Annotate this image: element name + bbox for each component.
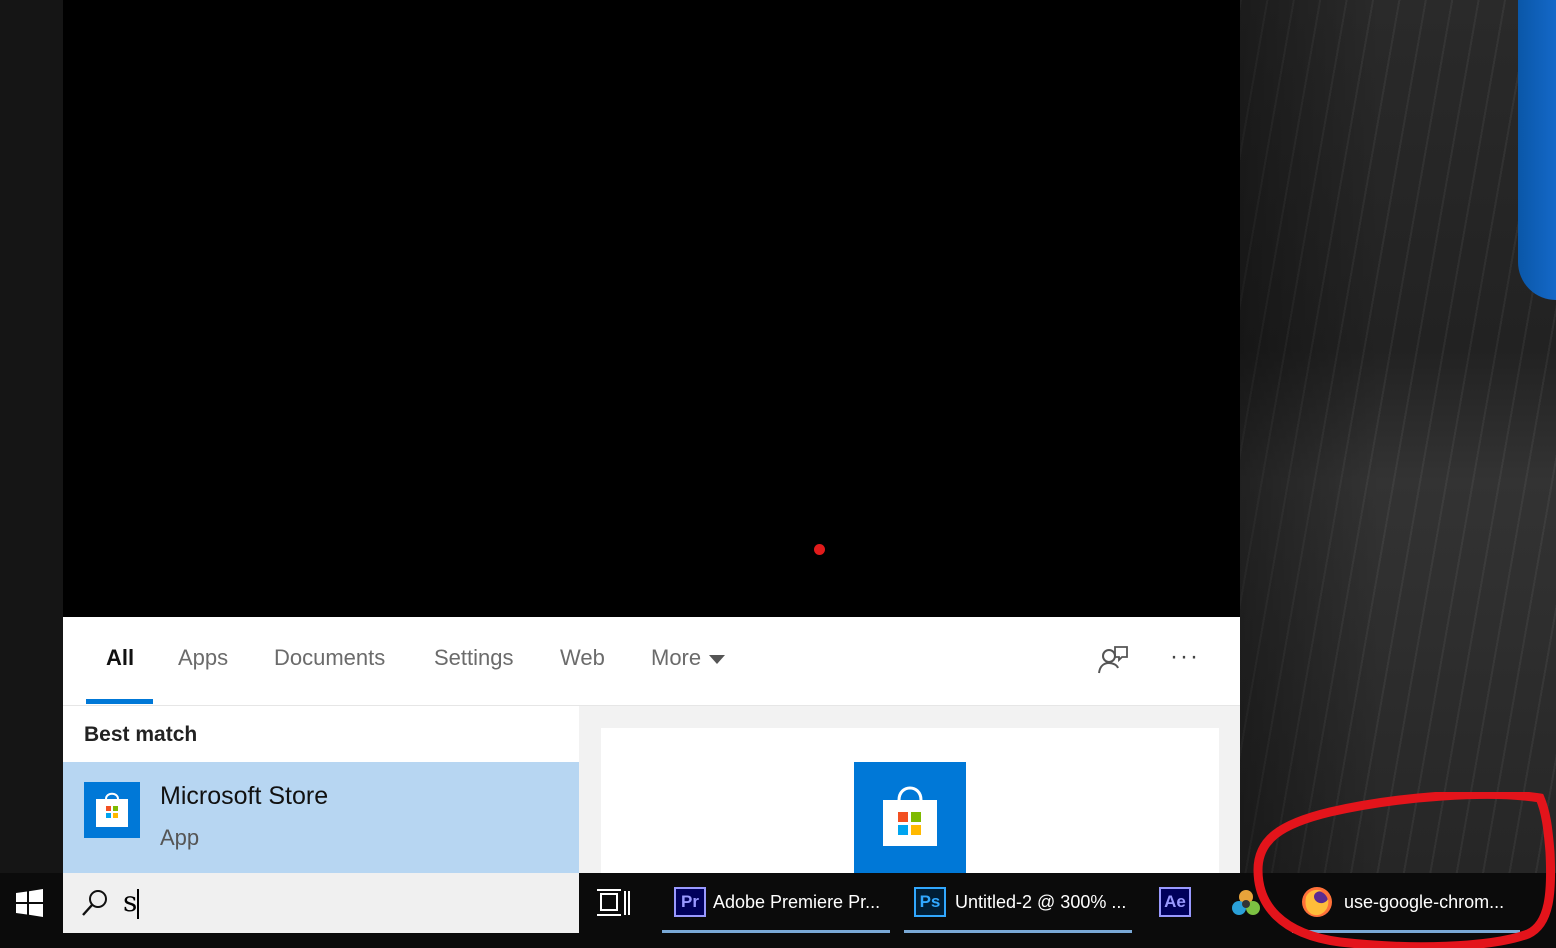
best-match-heading: Best match xyxy=(84,723,198,746)
active-tab-indicator xyxy=(86,699,153,704)
premiere-pro-icon: Pr xyxy=(674,887,706,917)
taskbar-after-effects[interactable]: Ae xyxy=(1150,873,1202,933)
more-options-button[interactable]: ··· xyxy=(1165,643,1205,677)
result-title: Microsoft Store xyxy=(160,782,329,810)
taskbar-photoshop[interactable]: Ps Untitled-2 @ 300% ... xyxy=(904,873,1132,933)
chevron-down-icon xyxy=(709,654,726,664)
photoshop-icon: Ps xyxy=(914,887,946,917)
preview-card xyxy=(601,728,1219,873)
microsoft-store-icon xyxy=(84,782,140,838)
black-video-area xyxy=(63,0,1240,617)
search-icon xyxy=(82,890,107,916)
tab-apps[interactable]: Apps xyxy=(178,645,228,671)
result-subtitle: App xyxy=(160,825,200,850)
after-effects-icon: Ae xyxy=(1159,887,1191,917)
taskbar-search-box[interactable]: s xyxy=(63,873,579,933)
red-dot xyxy=(814,544,825,555)
microsoft-store-large-icon[interactable] xyxy=(854,762,966,873)
taskbar-app-label: Untitled-2 @ 300% ... xyxy=(955,892,1127,912)
photo-blue-region xyxy=(1518,0,1556,300)
tab-settings[interactable]: Settings xyxy=(434,645,514,671)
tab-web[interactable]: Web xyxy=(560,645,605,671)
tab-more[interactable]: More xyxy=(651,645,726,671)
desktop-left-strip xyxy=(0,0,63,873)
windows-start-icon[interactable] xyxy=(0,873,63,935)
taskbar-app-label: Adobe Premiere Pr... xyxy=(713,892,881,912)
result-microsoft-store[interactable]: Microsoft Store App xyxy=(63,762,579,873)
search-panel: All Apps Documents Settings Web More ···… xyxy=(63,617,1240,873)
red-circle-annotation xyxy=(1253,792,1556,948)
tab-all[interactable]: All xyxy=(106,645,134,671)
background-photo xyxy=(1240,0,1556,873)
running-indicator xyxy=(904,930,1132,933)
task-view-icon[interactable] xyxy=(595,885,633,921)
photo-shadow xyxy=(1240,0,1380,873)
text-caret xyxy=(137,889,139,919)
search-input[interactable]: s xyxy=(123,885,137,918)
tab-more-label: More xyxy=(651,645,702,670)
running-indicator xyxy=(662,930,890,933)
results-list: Best match Microsoft Store App xyxy=(63,706,579,873)
tab-documents[interactable]: Documents xyxy=(274,645,385,671)
feedback-icon[interactable] xyxy=(1095,643,1129,677)
result-preview-pane xyxy=(579,706,1240,873)
search-tab-bar: All Apps Documents Settings Web More ··· xyxy=(63,617,1240,706)
taskbar-premiere-pro[interactable]: Pr Adobe Premiere Pr... xyxy=(662,873,890,933)
